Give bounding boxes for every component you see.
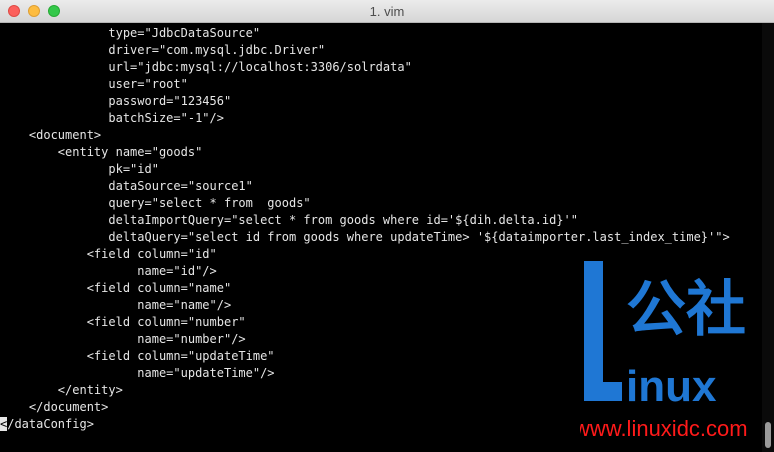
code-line: </entity> — [0, 383, 123, 397]
code-line: query="select * from goods" — [0, 196, 311, 210]
code-line: name="updateTime"/> — [0, 366, 275, 380]
code-line: <field column="updateTime" — [0, 349, 275, 363]
code-line: <document> — [0, 128, 102, 142]
code-line-text: /dataConfig> — [7, 417, 94, 431]
watermark-l-foot — [584, 382, 622, 401]
linuxidc-watermark: 公社 inux www.linuxidc.com — [580, 261, 748, 441]
code-line: <field column="name" — [0, 281, 232, 295]
terminal-window: 1. vim type="JdbcDataSource" driver="com… — [0, 0, 774, 452]
code-line: name="number"/> — [0, 332, 246, 346]
watermark-url-text: www.linuxidc.com — [580, 416, 748, 441]
code-line: deltaQuery="select id from goods where u… — [0, 230, 730, 244]
code-line: pk="id" — [0, 162, 159, 176]
code-line: password="123456" — [0, 94, 232, 108]
code-line: name="id"/> — [0, 264, 217, 278]
code-line: driver="com.mysql.jdbc.Driver" — [0, 43, 326, 57]
code-line: </document> — [0, 400, 109, 414]
code-line: batchSize="-1"/> — [0, 111, 224, 125]
watermark-word-text: inux — [626, 362, 717, 411]
code-line: name="name"/> — [0, 298, 232, 312]
title-bar: 1. vim — [0, 0, 774, 23]
code-line: dataSource="source1" — [0, 179, 253, 193]
code-line: user="root" — [0, 77, 188, 91]
code-line: type="JdbcDataSource" — [0, 26, 261, 40]
window-title: 1. vim — [369, 4, 405, 19]
watermark-chinese-text: 公社 — [626, 275, 746, 345]
code-line: deltaImportQuery="select * from goods wh… — [0, 213, 578, 227]
code-line: <field column="number" — [0, 315, 246, 329]
code-line: <entity name="goods" — [0, 145, 203, 159]
watermark-l-vertical — [584, 261, 603, 401]
code-line-last: </dataConfig> — [0, 416, 94, 433]
code-line: <field column="id" — [0, 247, 217, 261]
code-line: url="jdbc:mysql://localhost:3306/solrdat… — [0, 60, 412, 74]
